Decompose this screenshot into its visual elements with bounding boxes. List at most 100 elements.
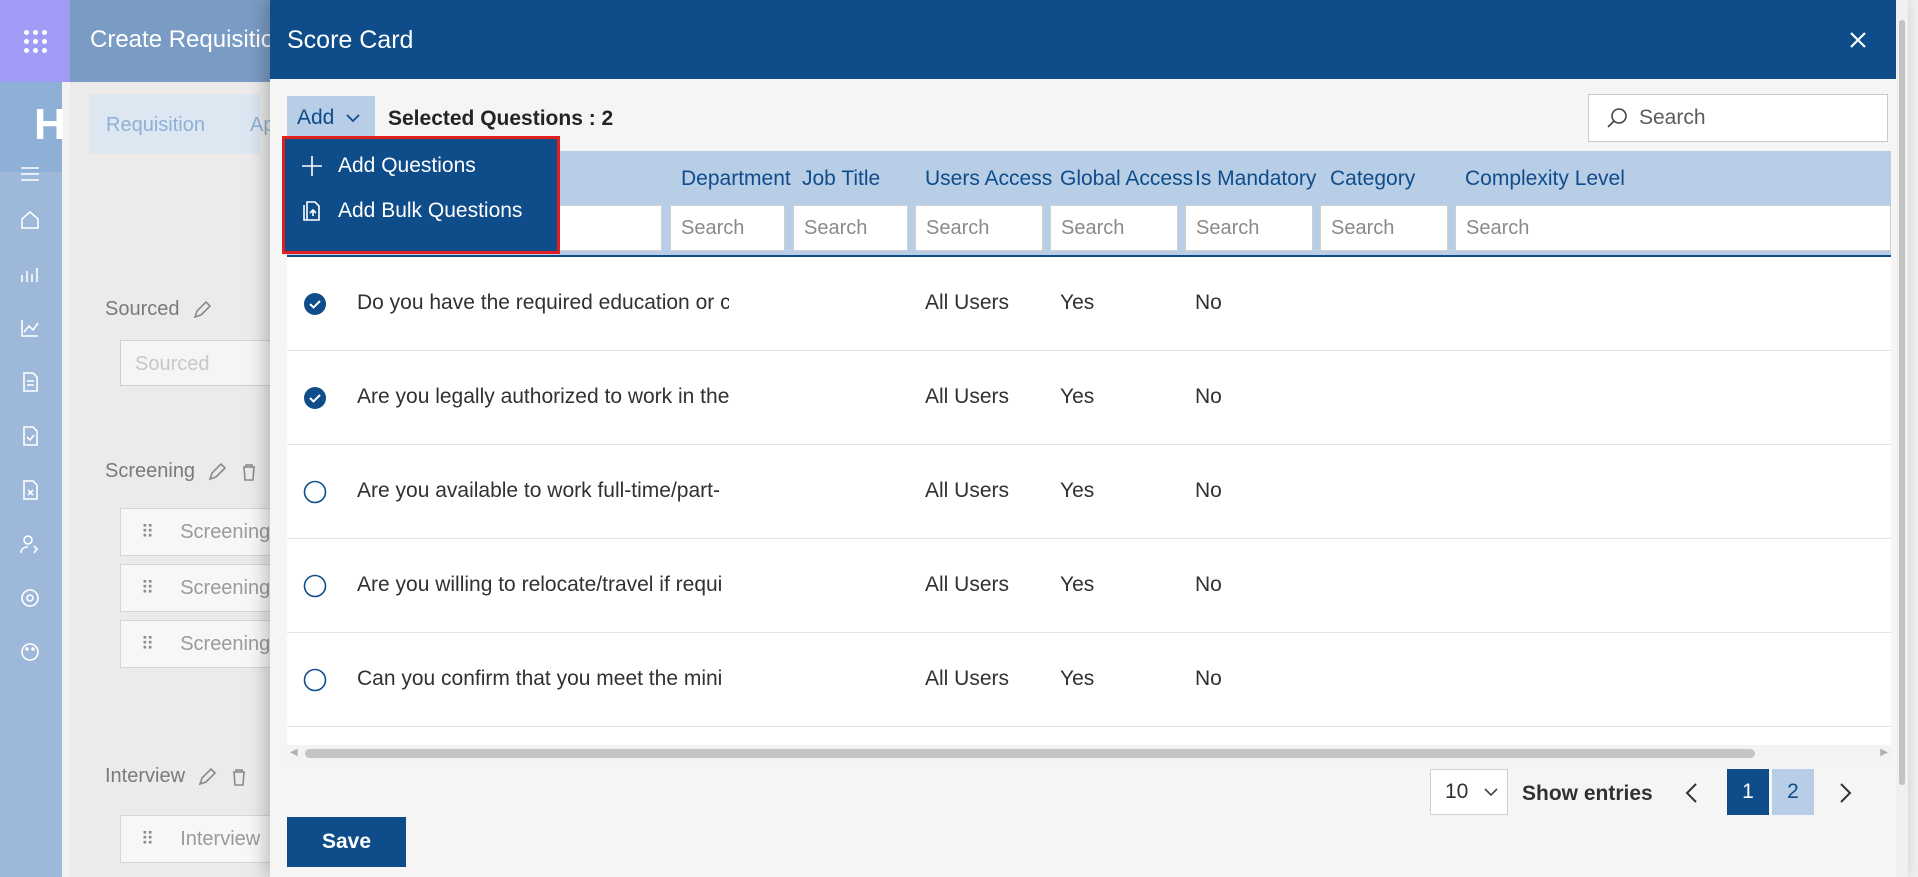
- menu-item-label: Add Bulk Questions: [338, 199, 523, 222]
- sourced-field[interactable]: Sourced: [120, 340, 280, 386]
- job-title-filter-input[interactable]: [793, 205, 908, 251]
- interview-stage-item[interactable]: ⠿ Interview: [120, 815, 280, 863]
- dialog-title: Score Card: [287, 26, 414, 54]
- page-header: Create Requisition: [70, 0, 287, 82]
- drag-handle-icon[interactable]: ⠿: [141, 634, 154, 655]
- page-size-value: 10: [1445, 780, 1469, 803]
- vertical-scrollbar[interactable]: [1896, 0, 1908, 877]
- question-cell: Are you available to work full-time/part…: [357, 479, 720, 502]
- is-mandatory-cell: No: [1195, 291, 1222, 314]
- section-interview: Interview: [105, 765, 249, 788]
- scroll-left-arrow-icon[interactable]: ◀: [290, 747, 298, 758]
- users-access-cell: All Users: [925, 667, 1010, 690]
- page-title: Create Requisition: [90, 26, 288, 53]
- is-mandatory-filter-input[interactable]: [1185, 205, 1313, 251]
- column-header-job-title[interactable]: Job Title: [802, 167, 880, 191]
- section-label: Screening: [105, 460, 196, 482]
- scroll-right-arrow-icon[interactable]: ▶: [1880, 747, 1888, 758]
- checkbox-unchecked-icon[interactable]: [303, 574, 327, 598]
- add-dropdown-button[interactable]: Add: [287, 96, 375, 140]
- is-mandatory-cell: No: [1195, 479, 1222, 502]
- table-row[interactable]: Do you have the required education or c …: [287, 257, 1891, 351]
- search-icon: [1607, 108, 1627, 128]
- question-cell: Can you confirm that you meet the mini: [357, 667, 723, 690]
- pencil-icon[interactable]: [197, 767, 217, 787]
- menu-item-label: Add Questions: [338, 154, 476, 177]
- column-header-department[interactable]: Department: [681, 167, 791, 191]
- table-row[interactable]: Are you legally authorized to work in th…: [287, 351, 1891, 445]
- checkbox-checked-icon[interactable]: [303, 292, 327, 316]
- hamburger-icon[interactable]: [18, 162, 42, 186]
- column-header-users-access[interactable]: Users Access: [925, 167, 1052, 191]
- global-search-box[interactable]: [1588, 94, 1888, 142]
- home-icon[interactable]: [18, 208, 42, 232]
- global-access-cell: Yes: [1060, 385, 1095, 408]
- app-launcher-button[interactable]: [0, 0, 70, 82]
- column-header-global-access[interactable]: Global Access: [1060, 167, 1193, 191]
- department-filter-input[interactable]: [670, 205, 785, 251]
- bulk-upload-icon: [303, 201, 320, 221]
- search-input[interactable]: [1639, 106, 1879, 130]
- pencil-icon[interactable]: [207, 462, 227, 482]
- brand-logo: H: [0, 82, 66, 172]
- checkbox-checked-icon[interactable]: [303, 386, 327, 410]
- checkbox-unchecked-icon[interactable]: [303, 668, 327, 692]
- gear-icon[interactable]: [18, 586, 42, 610]
- global-access-filter-input[interactable]: [1050, 205, 1178, 251]
- users-access-cell: All Users: [925, 573, 1010, 596]
- waffle-icon: [23, 29, 47, 53]
- trash-icon[interactable]: [229, 767, 249, 787]
- drag-handle-icon[interactable]: ⠿: [141, 578, 154, 599]
- column-header-category[interactable]: Category: [1330, 167, 1415, 191]
- dialog-header: Score Card: [270, 0, 1908, 79]
- section-sourced: Sourced: [105, 298, 212, 321]
- page-size-select[interactable]: 10: [1430, 769, 1508, 815]
- tab-requisition[interactable]: Requisition: [106, 114, 205, 137]
- question-cell: Do you have the required education or c: [357, 291, 729, 314]
- table-row[interactable]: Can you confirm that you meet the mini A…: [287, 633, 1891, 727]
- chevron-left-icon[interactable]: [1677, 776, 1707, 810]
- document-icon[interactable]: [18, 370, 42, 394]
- section-label: Interview: [105, 765, 186, 787]
- user-settings-icon[interactable]: [18, 532, 42, 556]
- screening-stage-item[interactable]: ⠿ Screening: [120, 620, 280, 668]
- close-icon[interactable]: [1846, 28, 1870, 52]
- is-mandatory-cell: No: [1195, 385, 1222, 408]
- palette-icon[interactable]: [18, 640, 42, 664]
- trash-icon[interactable]: [239, 462, 259, 482]
- scrollbar-thumb[interactable]: [305, 749, 1755, 758]
- score-card-dialog: Score Card Add Selected Questions : 2 De…: [270, 0, 1908, 877]
- add-dropdown-menu: Add Questions Add Bulk Questions: [282, 136, 560, 254]
- menu-item-add-questions[interactable]: Add Questions: [300, 147, 476, 185]
- drag-handle-icon[interactable]: ⠿: [141, 829, 154, 850]
- save-button[interactable]: Save: [287, 817, 406, 867]
- is-mandatory-cell: No: [1195, 573, 1222, 596]
- show-entries-label: Show entries: [1522, 782, 1653, 805]
- page-button-1[interactable]: 1: [1727, 769, 1769, 815]
- report-icon[interactable]: [18, 424, 42, 448]
- screening-stage-item[interactable]: ⠿ Screening: [120, 508, 280, 556]
- page-button-2[interactable]: 2: [1772, 769, 1814, 815]
- line-chart-icon[interactable]: [18, 316, 42, 340]
- menu-item-add-bulk-questions[interactable]: Add Bulk Questions: [300, 192, 522, 230]
- section-label: Sourced: [105, 298, 180, 320]
- drag-handle-icon[interactable]: ⠿: [141, 522, 154, 543]
- pencil-icon[interactable]: [192, 300, 212, 320]
- column-header-is-mandatory[interactable]: Is Mandatory: [1195, 167, 1316, 191]
- global-access-cell: Yes: [1060, 667, 1095, 690]
- users-access-filter-input[interactable]: [915, 205, 1043, 251]
- table-row[interactable]: Are you available to work full-time/part…: [287, 445, 1891, 539]
- complexity-level-filter-input[interactable]: [1455, 205, 1891, 251]
- chevron-right-icon[interactable]: [1830, 776, 1860, 810]
- table-row[interactable]: Are you willing to relocate/travel if re…: [287, 539, 1891, 633]
- checkbox-unchecked-icon[interactable]: [303, 480, 327, 504]
- analytics-icon[interactable]: [18, 262, 42, 286]
- screening-stage-item[interactable]: ⠿ Screening: [120, 564, 280, 612]
- users-access-cell: All Users: [925, 291, 1010, 314]
- category-filter-input[interactable]: [1320, 205, 1448, 251]
- left-nav-rail: H: [0, 82, 66, 877]
- chevron-down-icon: [346, 114, 361, 123]
- horizontal-scrollbar[interactable]: ◀ ▶: [287, 745, 1891, 761]
- column-header-complexity-level[interactable]: Complexity Level: [1465, 167, 1625, 191]
- document-remove-icon[interactable]: [18, 478, 42, 502]
